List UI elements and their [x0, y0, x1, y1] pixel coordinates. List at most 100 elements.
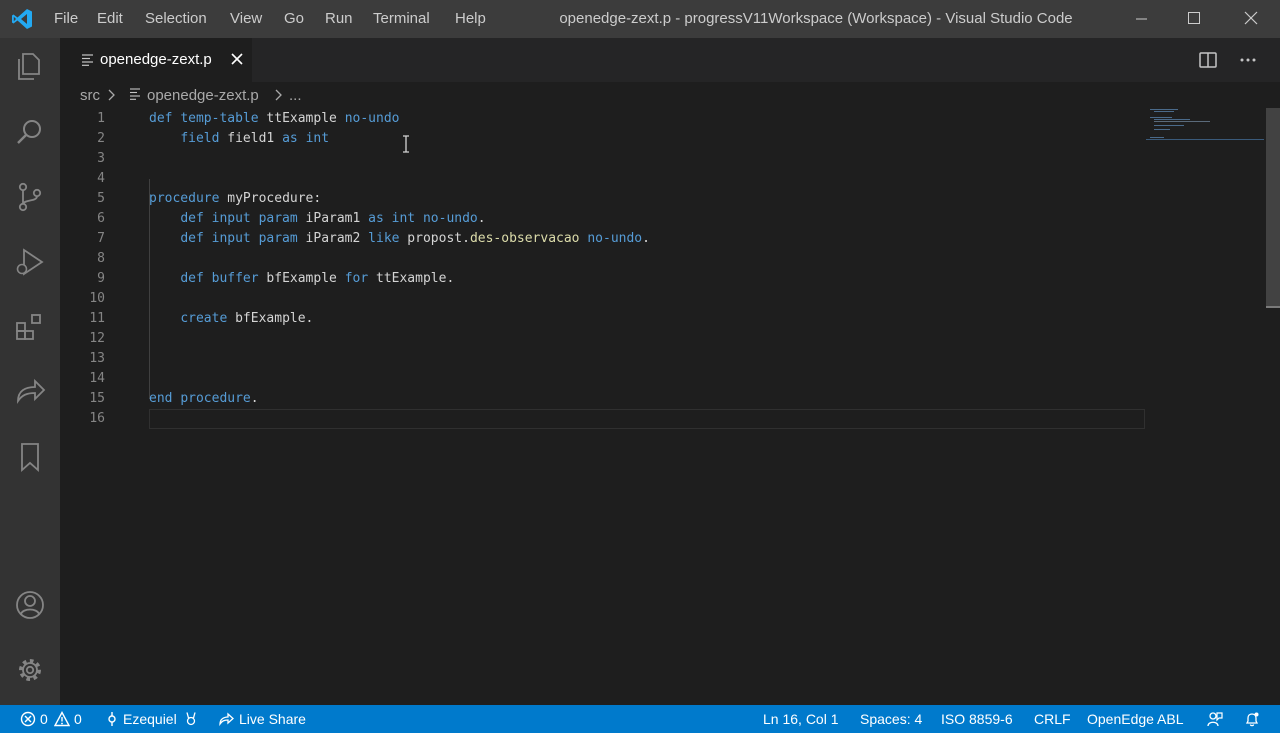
- settings-gear-icon[interactable]: [13, 653, 47, 687]
- line-number: 13: [89, 351, 105, 366]
- code-keyword: for: [344, 271, 369, 286]
- git-commit-icon[interactable]: [104, 711, 120, 727]
- encoding[interactable]: ISO 8859-6: [941, 710, 1013, 728]
- warning-count[interactable]: 0: [74, 710, 82, 728]
- live-share-icon[interactable]: [13, 375, 47, 409]
- line-endings[interactable]: CRLF: [1034, 710, 1071, 728]
- code-keyword: procedure: [149, 191, 220, 206]
- account-name[interactable]: Ezequiel: [123, 710, 177, 728]
- code-keyword: def input param: [180, 211, 298, 226]
- code-line[interactable]: field field1 as int: [149, 129, 329, 149]
- code-text: iParam1: [297, 211, 369, 226]
- code-keyword: no-undo: [344, 111, 400, 126]
- menu-view[interactable]: View: [230, 10, 262, 28]
- breadcrumb: src openedge-zext.p ...: [60, 82, 1280, 108]
- accounts-icon[interactable]: [13, 588, 47, 622]
- file-lines-icon: [130, 88, 140, 100]
- breadcrumb-folder[interactable]: src: [80, 87, 100, 104]
- close-icon[interactable]: [230, 52, 244, 66]
- scrollbar-thumb[interactable]: [1266, 108, 1280, 308]
- code-text: .: [642, 231, 650, 246]
- source-control-icon[interactable]: [13, 180, 47, 214]
- code-line[interactable]: procedure myProcedure:: [149, 189, 321, 209]
- cursor-position[interactable]: Ln 16, Col 1: [763, 710, 839, 728]
- extensions-icon[interactable]: [13, 310, 47, 344]
- line-number: 3: [97, 151, 105, 166]
- code-text: field1: [219, 131, 283, 146]
- code-line[interactable]: end procedure.: [149, 389, 259, 409]
- indentation[interactable]: Spaces: 4: [860, 710, 922, 728]
- line-number: 6: [97, 211, 105, 226]
- maximize-icon[interactable]: [1166, 0, 1224, 38]
- breadcrumb-file[interactable]: openedge-zext.p: [147, 87, 259, 104]
- tab-openedge-zext[interactable]: openedge-zext.p: [60, 38, 252, 82]
- badge-icon[interactable]: [183, 711, 199, 727]
- notifications-bell-icon[interactable]: [1244, 711, 1260, 727]
- explorer-icon[interactable]: [13, 50, 47, 84]
- code-line[interactable]: def input param iParam1 as int no-undo.: [149, 209, 485, 229]
- code-keyword: def buffer: [180, 271, 259, 286]
- menu-edit[interactable]: Edit: [97, 10, 123, 28]
- line-number: 5: [97, 191, 105, 206]
- line-number: 4: [97, 171, 105, 186]
- menu-help[interactable]: Help: [455, 10, 486, 28]
- code-text: ttExample: [258, 111, 345, 126]
- line-number: 1: [97, 111, 105, 126]
- close-window-icon[interactable]: [1222, 0, 1280, 38]
- minimap[interactable]: [1146, 108, 1264, 148]
- bookmark-icon[interactable]: [13, 440, 47, 474]
- error-count[interactable]: 0: [40, 710, 48, 728]
- chevron-right-icon: [108, 89, 115, 101]
- line-number: 9: [97, 271, 105, 286]
- code-line[interactable]: def input param iParam2 like propost.des…: [149, 229, 650, 249]
- code-keyword: like: [368, 231, 400, 246]
- feedback-icon[interactable]: [1207, 711, 1223, 727]
- live-share-icon[interactable]: [218, 711, 234, 727]
- search-icon[interactable]: [13, 115, 47, 149]
- code-line[interactable]: def temp-table ttExample no-undo: [149, 109, 399, 129]
- chevron-right-icon: [275, 89, 282, 101]
- code-keyword: create: [180, 311, 228, 326]
- menu-terminal[interactable]: Terminal: [373, 10, 430, 28]
- code-text: .: [250, 391, 259, 406]
- status-bar: 0 0 Ezequiel Live Share Ln 16, Col 1 Spa…: [0, 705, 1280, 733]
- live-share-button[interactable]: Live Share: [239, 710, 306, 728]
- code-text: iParam2: [297, 231, 369, 246]
- code-field: des-observacao: [469, 231, 580, 246]
- window-title: openedge-zext.p - progressV11Workspace (…: [559, 10, 1073, 27]
- title-bar: File Edit Selection View Go Run Terminal…: [0, 0, 1280, 38]
- line-number: 12: [89, 331, 105, 346]
- file-lines-icon: [82, 54, 93, 66]
- scrollbar-cursor-marker: [1266, 306, 1280, 308]
- menu-run[interactable]: Run: [325, 10, 353, 28]
- code-text: ttExample.: [368, 271, 455, 286]
- error-icon[interactable]: [20, 711, 36, 727]
- menu-go[interactable]: Go: [284, 10, 304, 28]
- line-number: 8: [97, 251, 105, 266]
- code-editor[interactable]: 1 2 3 4 5 6 7 8 9 10 11 12 13 14 15 16 d…: [60, 108, 1280, 705]
- code-text: bfExample: [258, 271, 345, 286]
- language-mode[interactable]: OpenEdge ABL: [1087, 710, 1184, 728]
- line-number: 16: [89, 411, 105, 426]
- code-line[interactable]: create bfExample.: [149, 309, 313, 329]
- code-keyword: end: [149, 391, 173, 406]
- code-keyword: def input param: [180, 231, 298, 246]
- split-editor-icon[interactable]: [1198, 50, 1218, 70]
- more-actions-icon[interactable]: [1238, 50, 1258, 70]
- code-keyword: temp-table: [180, 111, 259, 126]
- code-keyword: as int no-undo: [368, 211, 478, 226]
- minimize-icon[interactable]: [1112, 0, 1170, 38]
- menu-file[interactable]: File: [54, 10, 78, 28]
- warning-icon[interactable]: [54, 711, 70, 727]
- breadcrumb-more[interactable]: ...: [289, 87, 302, 104]
- code-keyword: no-undo: [587, 231, 643, 246]
- menu-selection[interactable]: Selection: [145, 10, 207, 28]
- run-debug-icon[interactable]: [13, 245, 47, 279]
- code-line[interactable]: def buffer bfExample for ttExample.: [149, 269, 454, 289]
- code-keyword: procedure: [180, 391, 251, 406]
- current-line-highlight: [149, 409, 1145, 429]
